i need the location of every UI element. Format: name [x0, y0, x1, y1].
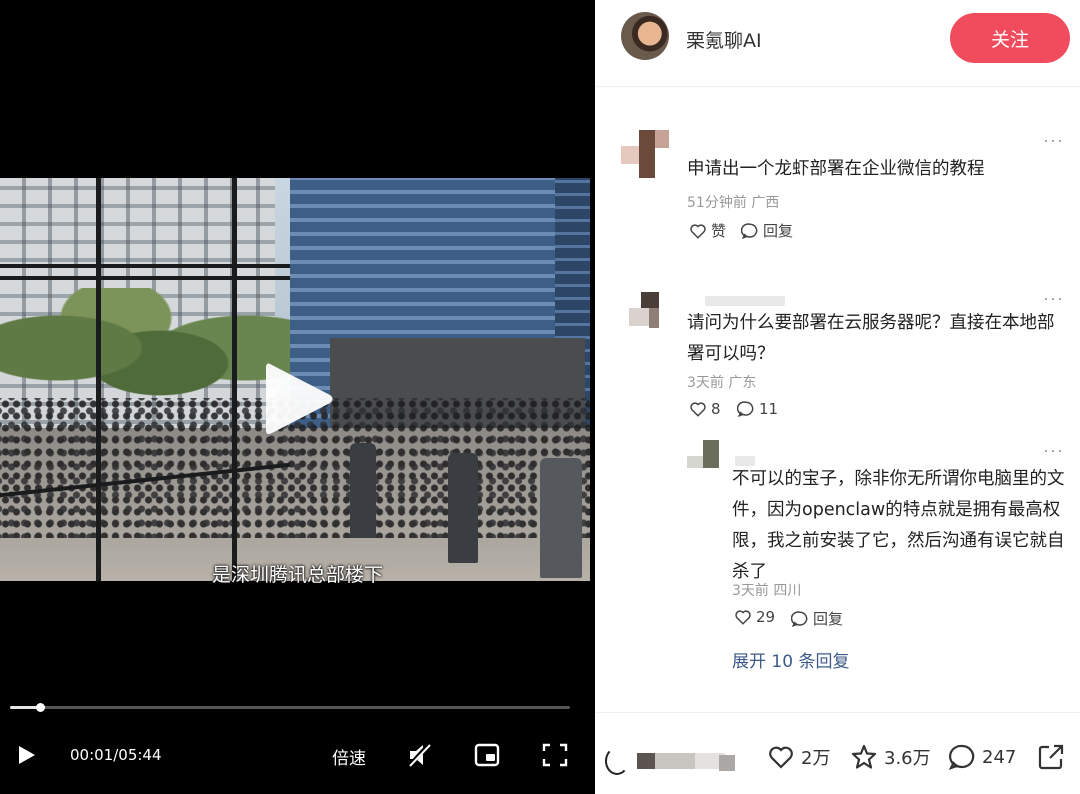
reply-text-line: 不可以的宝子，除非你无所谓你电脑里的文: [732, 469, 1065, 489]
author-header: 栗氪聊AI 关注: [595, 0, 1080, 87]
reply-avatar[interactable]: [687, 440, 723, 472]
reply-label: 回复: [813, 610, 844, 628]
comment-total: 247: [982, 746, 1017, 768]
reply-text: 不可以的宝子，除非你无所谓你电脑里的文 件，因为openclaw的特点就是拥有最…: [732, 464, 1065, 588]
speech-bubble-icon: [741, 222, 758, 239]
more-options-button[interactable]: ···: [1043, 130, 1064, 151]
author-avatar[interactable]: [621, 12, 669, 60]
reply-button[interactable]: 回复: [741, 220, 793, 241]
reply-meta: 3天前 四川: [732, 583, 802, 599]
favorite-stat-button[interactable]: 3.6万: [850, 743, 931, 771]
comment-text: 申请出一个龙虾部署在企业微信的教程: [687, 159, 985, 179]
author-name[interactable]: 栗氪聊AI: [686, 26, 762, 53]
reply-label: 回复: [763, 222, 794, 240]
scene-person: [448, 453, 478, 563]
bottom-action-bar: 2万 3.6万 247: [595, 712, 1080, 794]
like-total: 2万: [801, 748, 831, 769]
scene-person: [350, 443, 376, 538]
video-player[interactable]: 是深圳腾讯总部楼下 00:01/05:44 倍速: [0, 0, 595, 794]
picture-in-picture-button[interactable]: [474, 742, 500, 768]
comment-avatar[interactable]: [621, 130, 669, 178]
blurred-input: [655, 753, 695, 769]
like-stat-button[interactable]: 2万: [767, 743, 830, 771]
reply-text-line: 限，我之前安装了它，然后沟通有误它就自: [732, 531, 1065, 551]
blurred-username: [705, 296, 785, 306]
progress-knob[interactable]: [36, 703, 45, 712]
user-avatar[interactable]: [605, 747, 629, 775]
star-icon: [851, 744, 877, 769]
pip-icon: [474, 743, 500, 767]
time-display: 00:01/05:44: [70, 746, 162, 764]
reply-text-line: 件，因为openclaw的特点就是拥有最高权: [732, 500, 1061, 520]
video-controls: 00:01/05:44 倍速: [0, 730, 595, 780]
comment-text-line: 请问为什么要部署在云服务器呢？直接在本地部: [687, 313, 1055, 333]
speaker-muted-icon: [407, 742, 431, 768]
like-button[interactable]: 8: [689, 400, 721, 418]
like-count: 8: [711, 400, 721, 418]
comment-avatar[interactable]: [621, 292, 669, 340]
speed-button[interactable]: 倍速: [332, 744, 366, 769]
like-button[interactable]: 赞: [689, 220, 726, 241]
comment-stat-button[interactable]: 247: [948, 743, 1016, 771]
fullscreen-button[interactable]: [542, 742, 568, 768]
comment-panel: 栗氪聊AI 关注 ··· 申请出一个龙虾部署在企业微信的教程 51分钟前 广西 …: [595, 0, 1080, 794]
like-button[interactable]: 29: [734, 608, 775, 626]
speech-bubble-icon: [948, 744, 975, 770]
expand-replies-link[interactable]: 展开 10 条回复: [732, 647, 849, 672]
fullscreen-icon: [542, 743, 568, 767]
more-options-button[interactable]: ···: [1043, 440, 1064, 461]
play-icon: [19, 746, 35, 764]
more-options-button[interactable]: ···: [1043, 288, 1064, 309]
comment-meta: 51分钟前 广西: [687, 195, 780, 211]
reply-button[interactable]: 回复: [791, 608, 843, 629]
blurred-input: [719, 755, 735, 771]
share-button[interactable]: [1037, 743, 1065, 771]
heart-icon: [690, 402, 706, 417]
play-button[interactable]: [16, 744, 38, 766]
mute-button[interactable]: [407, 742, 433, 768]
play-overlay-icon[interactable]: [262, 358, 336, 440]
comment-text-line: 署可以吗？: [687, 344, 775, 364]
heart-icon: [769, 746, 793, 769]
heart-icon: [735, 610, 751, 625]
blurred-input[interactable]: [637, 753, 655, 769]
like-label: 赞: [711, 222, 727, 240]
heart-icon: [690, 223, 706, 239]
speech-bubble-icon: [737, 401, 754, 418]
reply-button[interactable]: 11: [737, 400, 778, 418]
like-count: 29: [756, 608, 776, 626]
follow-button[interactable]: 关注: [950, 13, 1070, 63]
comment-meta: 3天前 广东: [687, 375, 757, 391]
video-subtitle: 是深圳腾讯总部楼下: [211, 564, 383, 586]
favorite-total: 3.6万: [884, 748, 931, 769]
reply-count: 11: [759, 400, 779, 418]
speech-bubble-icon: [791, 610, 808, 627]
share-icon: [1038, 744, 1064, 770]
progress-bar[interactable]: [10, 703, 570, 712]
comment-text: 请问为什么要部署在云服务器呢？直接在本地部 署可以吗？: [687, 308, 1055, 370]
